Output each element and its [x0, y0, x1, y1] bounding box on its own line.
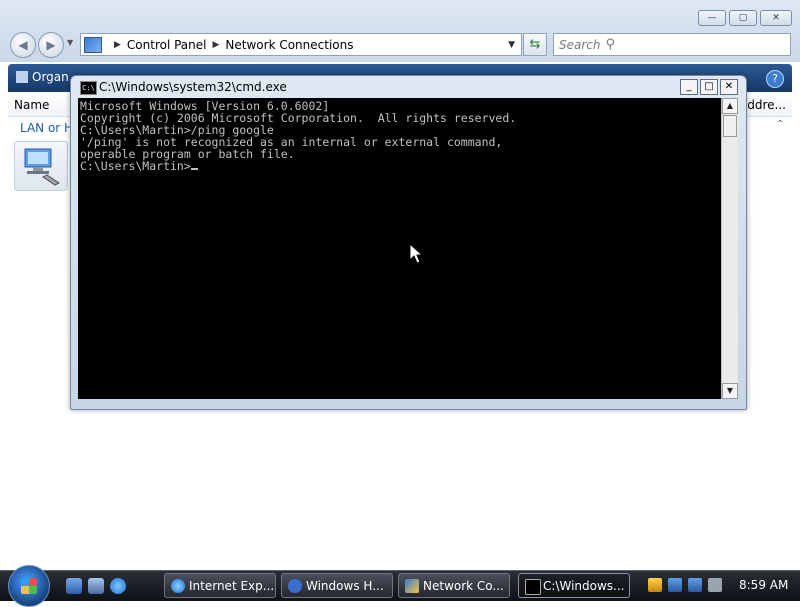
organize-button[interactable]: Organ [16, 70, 69, 84]
cmd-window-controls: _ □ ✕ [680, 79, 738, 95]
control-panel-icon [84, 36, 102, 53]
text-cursor [190, 168, 198, 170]
explorer-chrome: — ▢ ✕ ◀ ▶ ▼ ▶ Control Panel ▶ Network Co… [0, 0, 800, 62]
console-scrollbar[interactable]: ▲ ▼ [721, 98, 738, 399]
clock[interactable]: 8:59 AM [739, 578, 788, 592]
security-shield-icon[interactable] [648, 578, 662, 592]
internet-explorer-icon [171, 579, 185, 593]
mouse-pointer-icon [409, 243, 423, 264]
forward-button[interactable]: ▶ [38, 32, 64, 58]
search-placeholder: Search [559, 37, 601, 52]
back-button[interactable]: ◀ [10, 32, 36, 58]
chevron-right-icon[interactable]: ▶ [213, 40, 220, 50]
internet-explorer-icon[interactable] [110, 578, 126, 594]
breadcrumb-network-connections[interactable]: Network Connections [225, 38, 353, 52]
help-icon[interactable]: ? [766, 70, 784, 88]
cmd-close-button[interactable]: ✕ [720, 79, 738, 95]
recent-pages-dropdown[interactable]: ▼ [67, 38, 73, 47]
cmd-maximize-button[interactable]: □ [700, 79, 718, 95]
volume-muted-icon[interactable] [708, 578, 722, 592]
taskbar-button-label: Windows H... [306, 579, 384, 593]
windows-logo-icon [21, 578, 37, 594]
network-tray-icon[interactable] [668, 578, 682, 592]
taskbar-button-network-connections[interactable]: Network Co... [398, 573, 510, 598]
taskbar-button-windows-help[interactable]: Windows H... [281, 573, 393, 598]
address-dropdown-icon[interactable]: ▼ [508, 40, 515, 50]
help-icon [288, 579, 302, 593]
close-button[interactable]: ✕ [760, 10, 792, 26]
network-connections-icon [405, 579, 419, 593]
network-status-icon[interactable] [688, 578, 702, 592]
explorer-window-controls: — ▢ ✕ [698, 10, 792, 26]
refresh-icon: ⇆ [529, 37, 541, 52]
network-connection-icon [24, 148, 60, 186]
taskbar-button-label: Network Co... [423, 579, 504, 593]
address-bar[interactable]: ▶ Control Panel ▶ Network Connections ▼ [80, 33, 522, 56]
back-arrow-icon: ◀ [18, 38, 28, 52]
cmd-window-title: C:\Windows\system32\cmd.exe [99, 80, 287, 94]
system-tray [648, 578, 722, 592]
taskbar-button-internet-explorer[interactable]: Internet Exp... [164, 573, 276, 598]
organize-label: Organ [32, 70, 69, 84]
switch-windows-icon[interactable] [88, 578, 104, 594]
cmd-app-icon[interactable]: C:\ [80, 81, 97, 95]
scroll-down-arrow-icon[interactable]: ▼ [722, 383, 738, 399]
chevron-right-icon[interactable]: ▶ [114, 40, 121, 50]
search-icon[interactable]: ⚲ [606, 37, 616, 52]
taskbar: Internet Exp... Windows H... Network Co.… [0, 565, 800, 607]
minimize-button[interactable]: — [698, 10, 726, 26]
maximize-button[interactable]: ▢ [729, 10, 757, 26]
console-output[interactable]: Microsoft Windows [Version 6.0.6002] Copy… [78, 98, 721, 399]
group-header-lan[interactable]: LAN or H [20, 121, 73, 135]
taskbar-button-label: C:\Windows... [543, 579, 625, 593]
start-button[interactable] [8, 565, 50, 607]
scroll-up-arrow-icon[interactable]: ▲ [722, 98, 738, 114]
forward-arrow-icon: ▶ [46, 38, 56, 52]
console-prompt: C:\Users\Martin> [80, 159, 191, 173]
taskbar-button-cmd[interactable]: C:\Windows... [518, 573, 630, 598]
console-prompt-line[interactable]: C:\Users\Martin> [80, 160, 719, 172]
chevron-up-icon[interactable]: ⌃ [776, 119, 784, 130]
refresh-button[interactable]: ⇆ [523, 33, 547, 56]
organize-icon [16, 71, 28, 83]
network-connection-item[interactable] [14, 141, 68, 191]
breadcrumb-control-panel[interactable]: Control Panel [127, 38, 207, 52]
cmd-icon [525, 579, 541, 595]
taskbar-button-label: Internet Exp... [189, 579, 275, 593]
show-desktop-icon[interactable] [66, 578, 82, 594]
cmd-minimize-button[interactable]: _ [680, 79, 698, 95]
scrollbar-thumb[interactable] [723, 115, 737, 137]
column-header-name[interactable]: Name [14, 98, 49, 112]
search-input[interactable]: Search ⚲ [553, 33, 791, 56]
